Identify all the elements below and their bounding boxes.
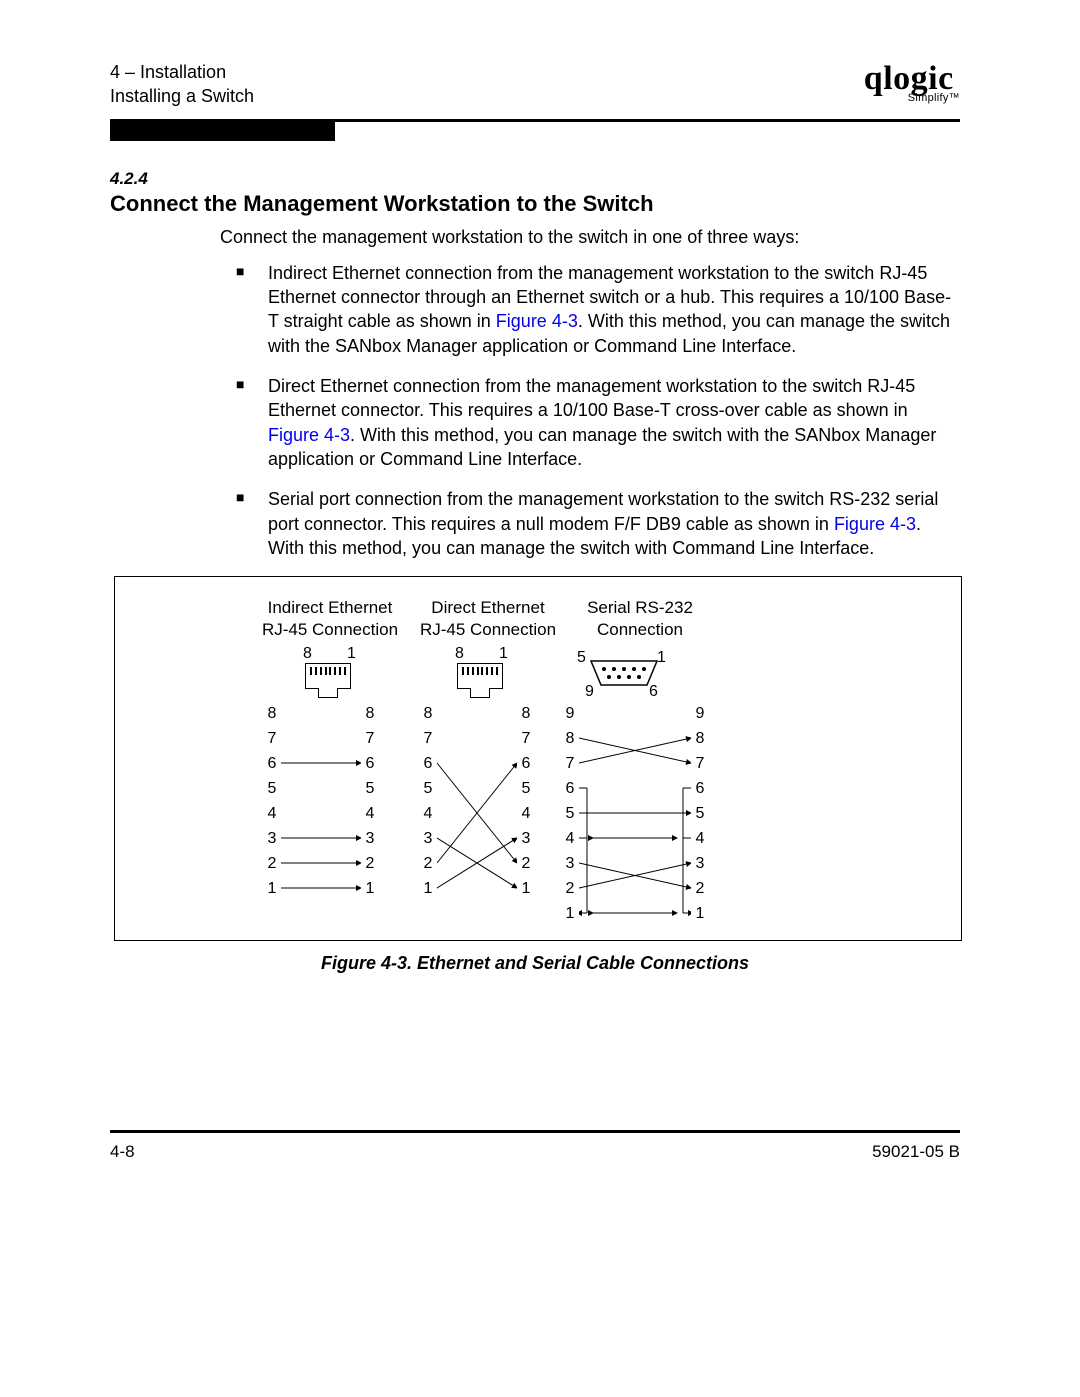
figure-xref[interactable]: Figure 4-3 [496,311,578,331]
list-item: Direct Ethernet connection from the mana… [236,374,960,471]
figure-box: Indirect Ethernet RJ-45 Connection Direc… [114,576,962,941]
section-number: 4.2.4 [110,169,960,189]
subsection-label: Installing a Switch [110,84,254,108]
brand-logo: qlogic Simplify™ [864,60,960,104]
direct-wiring: 8 8 7 7 6 6 5 5 4 4 3 3 2 2 1 1 [423,705,531,917]
pin-number: 1 [499,645,508,663]
figure-col-head: Indirect Ethernet RJ-45 Connection [245,597,415,641]
list-item: Serial port connection from the manageme… [236,487,960,560]
pin-number: 5 [577,649,586,667]
header-rule [110,119,960,141]
bullet-text: Direct Ethernet connection from the mana… [268,376,915,420]
section-title: Connect the Management Workstation to th… [110,191,960,217]
figure-caption: Figure 4-3. Ethernet and Serial Cable Co… [110,953,960,974]
figure-col-head: Serial RS-232 Connection [555,597,725,641]
header-accent-bar [110,122,335,141]
figure-col-head: Direct Ethernet RJ-45 Connection [403,597,573,641]
footer-rule [110,1130,960,1133]
header-text: 4 – Installation Installing a Switch [110,60,254,109]
section-intro: Connect the management workstation to th… [220,225,960,249]
bullet-list: Indirect Ethernet connection from the ma… [236,261,960,560]
footer: 4-8 59021-05 B [110,1142,960,1162]
rj45-icon [305,663,351,689]
pin-number: 8 [455,645,464,663]
rj45-icon [457,663,503,689]
pin-number: 1 [347,645,356,663]
figure-xref[interactable]: Figure 4-3 [834,514,916,534]
doc-id: 59021-05 B [872,1142,960,1162]
serial-wiring: 9 9 8 8 7 7 6 6 5 5 4 4 3 3 2 2 1 1 [565,705,705,945]
bullet-text-tail: . With this method, you can manage the s… [268,425,936,469]
list-item: Indirect Ethernet connection from the ma… [236,261,960,358]
figure-xref[interactable]: Figure 4-3 [268,425,350,445]
pin-number: 8 [303,645,312,663]
db9-icon [589,659,659,687]
chapter-label: 4 – Installation [110,60,254,84]
page-number: 4-8 [110,1142,135,1162]
indirect-wiring: 8 8 7 7 6 6 5 5 4 4 3 3 2 2 1 1 [267,705,375,917]
